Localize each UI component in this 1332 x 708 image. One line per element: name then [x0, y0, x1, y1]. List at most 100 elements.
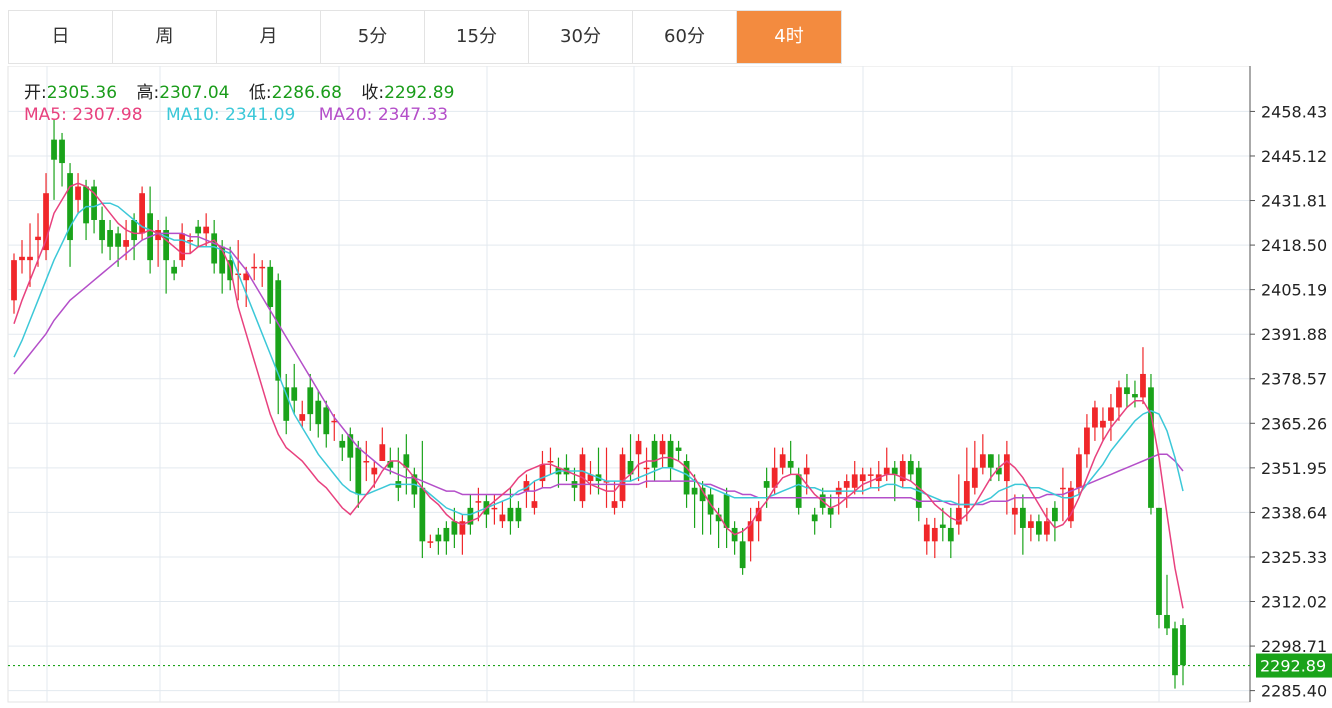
- candle-body: [363, 460, 370, 463]
- candle-body: [939, 524, 946, 528]
- tab-day[interactable]: 日: [9, 11, 113, 63]
- ma20-value: 2347.33: [377, 105, 449, 125]
- candle-body: [19, 256, 25, 261]
- y-tick-label: 2312.02: [1261, 593, 1327, 612]
- candle-body: [659, 440, 666, 455]
- ma10-value: 2341.09: [225, 105, 296, 125]
- candle-body: [1132, 394, 1138, 398]
- candle-body: [643, 467, 650, 470]
- tab-5min[interactable]: 5分: [321, 11, 425, 63]
- ma5-value: 2307.98: [72, 105, 143, 125]
- candle-body: [1003, 454, 1010, 482]
- candle-body: [859, 474, 866, 482]
- candle-body: [491, 507, 498, 510]
- candle-body: [531, 501, 538, 508]
- tab-month[interactable]: 月: [217, 11, 321, 63]
- candle-body: [131, 219, 137, 241]
- candle-body: [115, 233, 121, 247]
- close-label: 收:: [361, 83, 385, 103]
- candle-body: [955, 507, 962, 525]
- candle-body: [691, 487, 698, 495]
- candle-body: [763, 481, 770, 488]
- candle-body: [971, 467, 978, 488]
- candle-body: [1044, 521, 1050, 535]
- high-value: 2307.04: [159, 83, 230, 103]
- y-tick-label: 2431.81: [1261, 192, 1327, 211]
- candle-body: [307, 387, 314, 415]
- candle-body: [1156, 507, 1162, 615]
- candle-body: [1060, 487, 1066, 490]
- candle-body: [947, 527, 954, 542]
- candle-body: [651, 440, 658, 468]
- candle-body: [203, 226, 210, 234]
- candle-body: [907, 460, 914, 475]
- tab-15min[interactable]: 15分: [425, 11, 529, 63]
- candle-body: [1076, 454, 1082, 488]
- candle-body: [355, 447, 362, 495]
- candle-body: [1084, 427, 1090, 455]
- candle-body: [619, 454, 626, 502]
- candle-body: [1052, 507, 1058, 522]
- tab-week[interactable]: 周: [113, 11, 217, 63]
- candle-body: [11, 260, 17, 301]
- candle-body: [795, 474, 802, 508]
- candle-body: [507, 507, 514, 522]
- candle-body: [611, 501, 618, 508]
- candle-body: [179, 233, 186, 261]
- candle-body: [291, 387, 298, 401]
- candle-body: [883, 467, 890, 475]
- candle-body: [259, 266, 266, 269]
- candle-body: [811, 514, 818, 522]
- candle-body: [891, 467, 898, 475]
- candle-body: [475, 501, 482, 503]
- candle-body: [275, 280, 282, 381]
- candle-body: [739, 541, 746, 569]
- candle-body: [443, 527, 450, 542]
- y-tick-label: 2285.40: [1261, 682, 1327, 701]
- candle-body: [51, 139, 57, 160]
- candle-body: [171, 266, 178, 274]
- candle-body: [1180, 625, 1186, 666]
- candle-body: [843, 481, 850, 488]
- candle-body: [1164, 614, 1170, 629]
- candle-body: [1172, 628, 1178, 676]
- tab-30min[interactable]: 30分: [529, 11, 633, 63]
- candle-body: [187, 240, 194, 242]
- last-price-label: 2292.89: [1260, 657, 1326, 676]
- y-tick-label: 2298.71: [1261, 637, 1327, 656]
- candle-body: [323, 407, 330, 435]
- ohlc-info: 开:2305.36 高:2307.04 低:2286.68 收:2292.89: [24, 78, 468, 103]
- candle-body: [123, 240, 129, 247]
- candle-body: [163, 230, 170, 261]
- close-value: 2292.89: [384, 83, 455, 103]
- y-tick-label: 2418.50: [1261, 236, 1327, 255]
- kline-chart[interactable]: 2458.43 2445.12 2431.81 2418.50 2405.19 2391.…: [0, 66, 1332, 708]
- candle-body: [779, 454, 786, 468]
- candle-body: [675, 447, 682, 451]
- candle-body: [1108, 407, 1114, 421]
- candle-body: [267, 266, 274, 308]
- ma5-line: [13, 182, 1184, 609]
- y-tick-label: 2391.88: [1261, 325, 1327, 344]
- candle-body: [435, 534, 442, 542]
- candle-body: [195, 226, 202, 234]
- candle-body: [1116, 387, 1122, 408]
- candle-body: [923, 524, 930, 542]
- candle-body: [1124, 387, 1130, 395]
- tab-60min[interactable]: 60分: [633, 11, 737, 63]
- y-tick-label: 2365.26: [1261, 414, 1327, 433]
- candle-body: [931, 527, 938, 542]
- candle-body: [979, 454, 986, 468]
- ma-info: MA5: 2307.98 MA10: 2341.09 MA20: 2347.33: [24, 105, 448, 125]
- candle-body: [419, 487, 426, 542]
- candle-body: [547, 460, 554, 463]
- tab-4hour[interactable]: 4时: [737, 11, 841, 63]
- ma20-label: MA20:: [318, 105, 373, 125]
- candle-body: [1035, 521, 1042, 535]
- candle-body: [27, 256, 33, 261]
- candle-body: [427, 541, 434, 543]
- candle-body: [1027, 521, 1034, 528]
- candle-body: [987, 454, 994, 468]
- open-label: 开:: [24, 83, 47, 103]
- plot-frame: [7, 66, 1251, 703]
